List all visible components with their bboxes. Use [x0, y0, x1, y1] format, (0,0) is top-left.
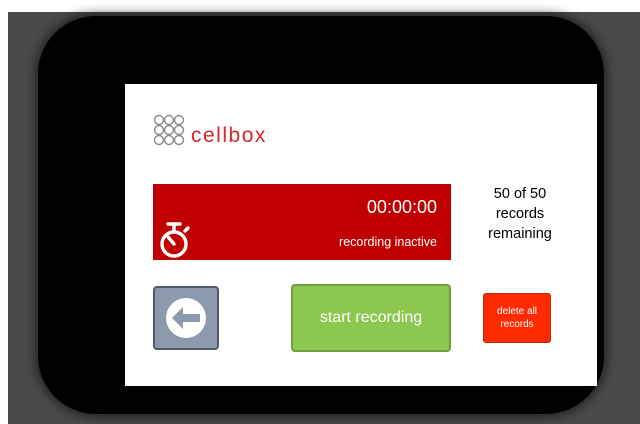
cellbox-logo: cellbox — [153, 114, 313, 158]
logo-text: cellbox — [191, 124, 267, 147]
back-button[interactable] — [153, 286, 219, 350]
device-bezel: cellbox 00:00:00 recording inactive 50 o… — [38, 16, 604, 414]
records-remaining: 50 of 50 records remaining — [465, 184, 575, 244]
timer-panel: 00:00:00 recording inactive — [153, 184, 451, 260]
delete-label-line1: delete all — [496, 306, 538, 317]
recording-timer: 00:00:00 — [366, 197, 437, 217]
start-recording-button[interactable]: start recording — [291, 284, 451, 352]
records-count: 50 of 50 — [493, 186, 547, 202]
records-remaining-label: remaining — [488, 226, 552, 242]
delete-all-records-button[interactable]: delete all records — [483, 293, 551, 343]
delete-label-line2: records — [500, 319, 534, 330]
stopwatch-icon — [160, 222, 190, 258]
back-arrow-icon — [166, 298, 206, 338]
dot-grid-logo-icon — [153, 114, 185, 146]
records-label: records — [495, 206, 545, 222]
device-screen: cellbox 00:00:00 recording inactive 50 o… — [125, 84, 597, 386]
recording-status: recording inactive — [339, 235, 437, 249]
